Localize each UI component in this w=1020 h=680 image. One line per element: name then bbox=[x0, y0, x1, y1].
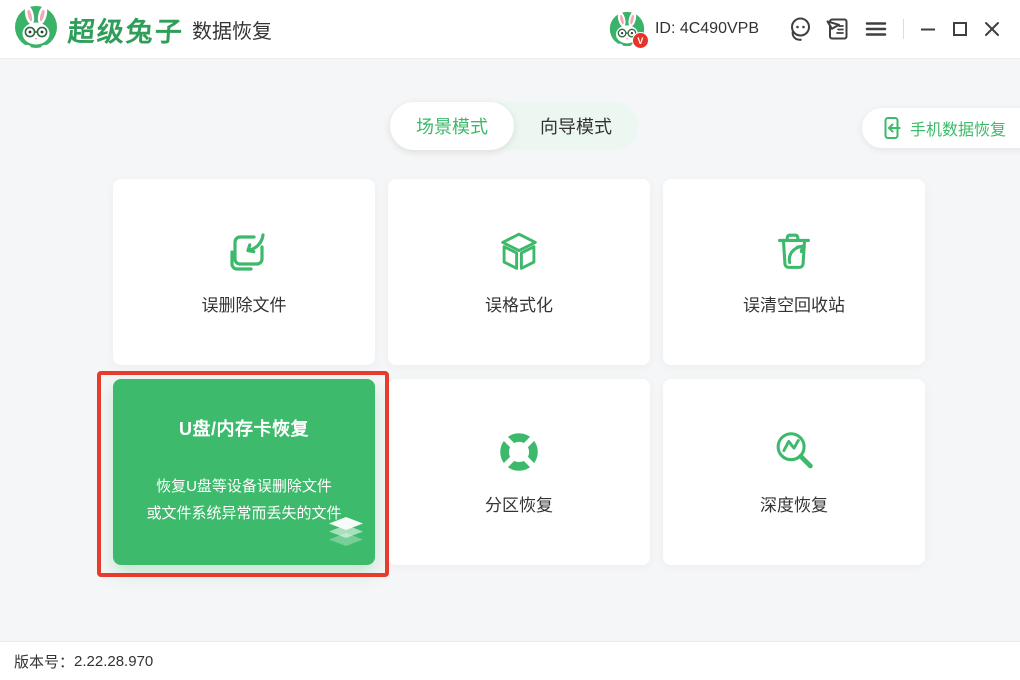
status-bar: 版本号： 2.22.28.970 bbox=[0, 641, 1020, 680]
card-label: 误清空回收站 bbox=[743, 291, 845, 316]
card-formatted[interactable]: 误格式化 bbox=[388, 179, 650, 365]
maximize-button[interactable] bbox=[946, 15, 974, 43]
maximize-icon bbox=[950, 19, 970, 39]
phone-arrow-icon bbox=[877, 115, 903, 141]
phone-data-recovery-button[interactable]: 手机数据恢复 bbox=[862, 108, 1020, 148]
format-cube-icon bbox=[494, 227, 544, 277]
title-bar: 超级兔子 数据恢复 V ID: 4C490VPB bbox=[0, 0, 1020, 59]
brand-name: 超级兔子 bbox=[67, 10, 186, 49]
tab-wizard-mode[interactable]: 向导模式 bbox=[514, 102, 638, 150]
card-label: 分区恢复 bbox=[485, 491, 553, 516]
card-label: 深度恢复 bbox=[760, 491, 828, 516]
restore-file-icon bbox=[218, 227, 270, 277]
brand-suffix: 数据恢复 bbox=[192, 15, 272, 44]
minimize-button[interactable] bbox=[914, 15, 942, 43]
feedback-button[interactable] bbox=[822, 13, 854, 45]
card-usb-memory-recovery[interactable]: U盘/内存卡恢复 恢复U盘等设备误删除文件 或文件系统异常而丢失的文件 bbox=[113, 379, 375, 565]
recycle-bin-icon bbox=[769, 227, 819, 277]
card-title: U盘/内存卡恢复 bbox=[179, 415, 309, 441]
brand-area: 超级兔子 数据恢复 bbox=[14, 0, 272, 58]
close-button[interactable] bbox=[978, 15, 1006, 43]
card-label: 误删除文件 bbox=[202, 291, 287, 316]
layers-icon bbox=[327, 517, 365, 553]
mode-tabs: 场景模式 向导模式 bbox=[390, 102, 638, 150]
rabbit-logo-icon bbox=[14, 5, 58, 54]
feedback-icon bbox=[825, 16, 851, 42]
card-deleted-files[interactable]: 误删除文件 bbox=[113, 179, 375, 365]
close-icon bbox=[982, 19, 1002, 39]
card-description: 恢复U盘等设备误删除文件 或文件系统异常而丢失的文件 bbox=[146, 473, 341, 527]
card-recycle-bin[interactable]: 误清空回收站 bbox=[663, 179, 925, 365]
phone-button-label: 手机数据恢复 bbox=[910, 116, 1006, 140]
version-label: 版本号： bbox=[14, 651, 74, 672]
hamburger-menu-icon bbox=[864, 17, 888, 41]
card-description-line2: 或文件系统异常而丢失的文件 bbox=[146, 500, 341, 527]
headset-icon bbox=[787, 16, 813, 42]
minimize-icon bbox=[918, 19, 938, 39]
support-button[interactable] bbox=[784, 13, 816, 45]
version-value: 2.22.28.970 bbox=[74, 653, 153, 670]
divider bbox=[903, 19, 904, 39]
card-partition-recovery[interactable]: 分区恢复 bbox=[388, 379, 650, 565]
menu-button[interactable] bbox=[860, 13, 892, 45]
card-label: 误格式化 bbox=[485, 291, 553, 316]
vip-badge: V bbox=[632, 32, 649, 49]
user-avatar[interactable]: V bbox=[609, 11, 645, 47]
card-deep-recovery[interactable]: 深度恢复 bbox=[663, 379, 925, 565]
tab-scene-mode[interactable]: 场景模式 bbox=[390, 102, 514, 150]
partition-icon bbox=[494, 427, 544, 477]
deep-scan-icon bbox=[769, 427, 819, 477]
card-description-line1: 恢复U盘等设备误删除文件 bbox=[146, 473, 341, 500]
user-id: ID: 4C490VPB bbox=[655, 20, 759, 38]
